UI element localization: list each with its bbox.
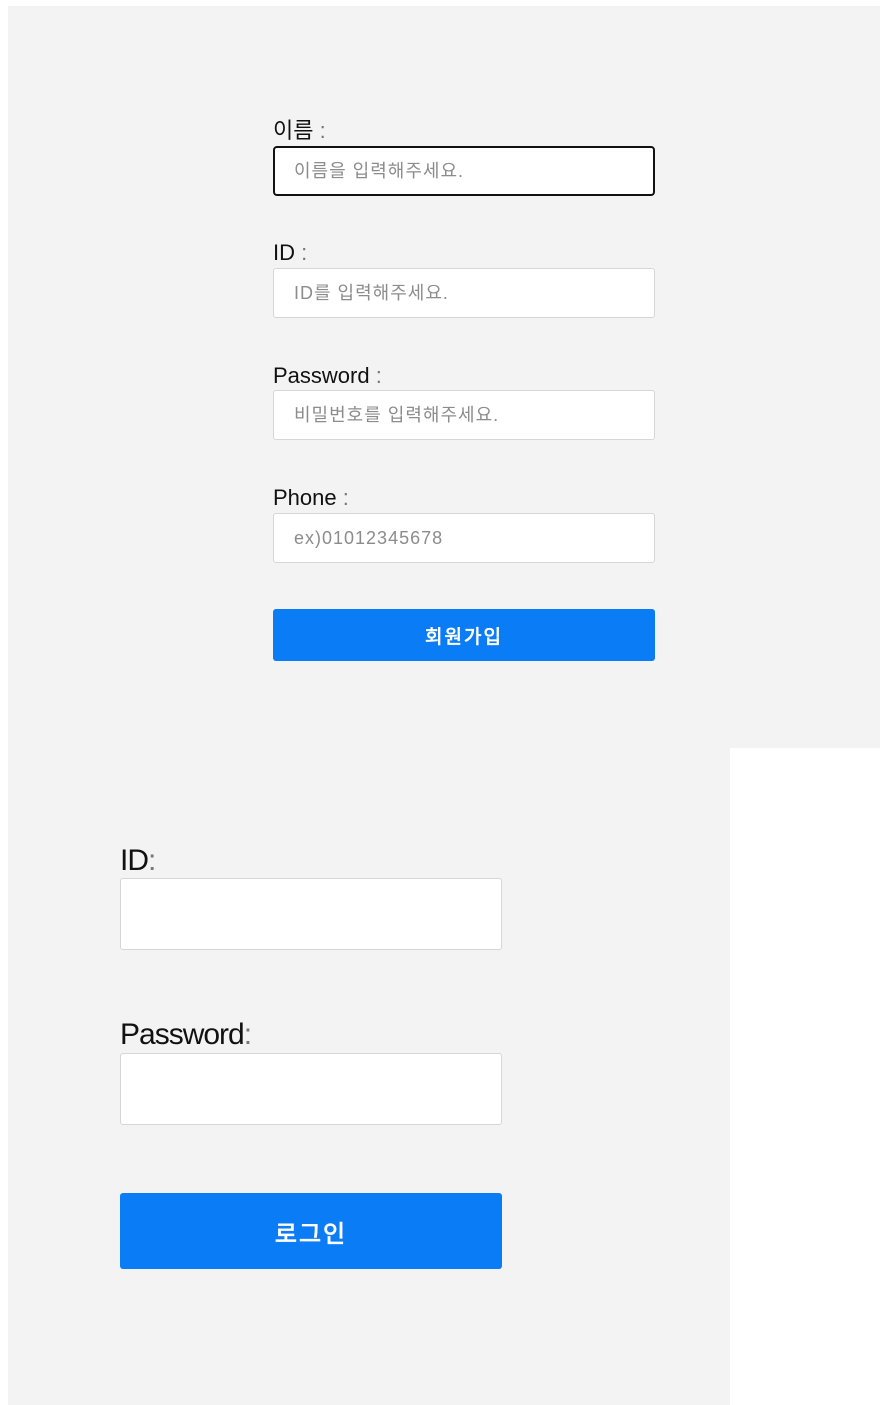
signup-password-label: Password : [273, 363, 382, 389]
login-id-label-colon: : [148, 844, 156, 877]
signup-id-input[interactable] [273, 268, 655, 318]
login-password-label-colon: : [243, 1018, 252, 1051]
login-id-input[interactable] [120, 878, 502, 950]
signup-form: 이름 : ID : Password : Phone : 회원가입 [8, 6, 880, 748]
login-form: ID: Password: 로그인 [8, 748, 730, 1405]
name-label: 이름 : [273, 118, 326, 144]
signup-id-label-colon: : [295, 240, 308, 265]
name-input[interactable] [273, 146, 655, 196]
login-id-label-text: ID [120, 844, 149, 877]
phone-input[interactable] [273, 513, 655, 563]
phone-label: Phone : [273, 485, 349, 511]
signup-button[interactable]: 회원가입 [273, 609, 655, 661]
login-password-label: Password: [120, 1018, 252, 1052]
signup-password-label-text: Password [273, 363, 370, 388]
login-password-input[interactable] [120, 1053, 502, 1125]
login-id-label: ID: [120, 844, 156, 878]
signup-id-label: ID : [273, 240, 307, 266]
login-password-label-text: Password [120, 1018, 245, 1051]
name-label-text: 이름 [273, 118, 314, 143]
phone-label-text: Phone [273, 485, 337, 510]
signup-id-label-text: ID [273, 240, 295, 265]
signup-password-input[interactable] [273, 390, 655, 440]
login-button[interactable]: 로그인 [120, 1193, 502, 1269]
name-label-colon: : [313, 118, 326, 143]
signup-password-label-colon: : [369, 363, 382, 388]
phone-label-colon: : [336, 485, 349, 510]
